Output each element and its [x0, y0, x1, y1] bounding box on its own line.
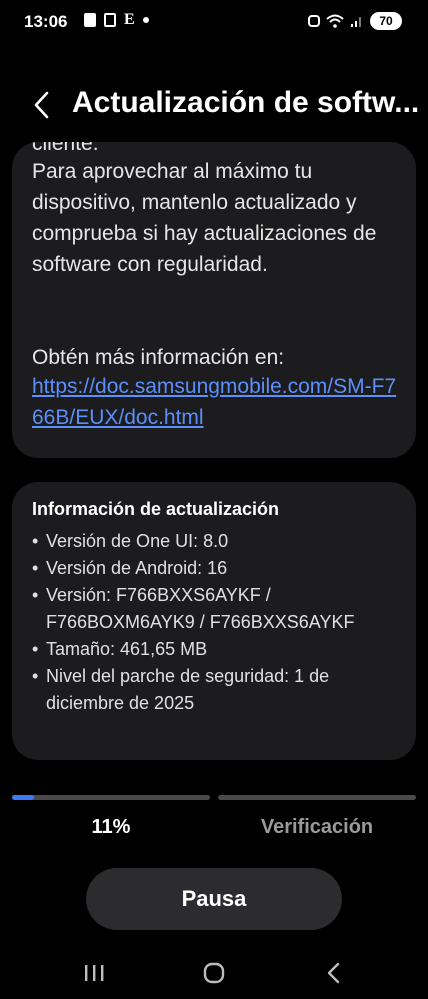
- navigation-bar: [0, 948, 428, 998]
- progress-fill: [12, 795, 34, 800]
- progress-track-download: [12, 795, 210, 800]
- status-bar: 13:06 E 70: [0, 0, 428, 44]
- home-icon[interactable]: [194, 960, 234, 986]
- back-nav-icon[interactable]: [314, 960, 354, 986]
- screenshot-icon: [104, 13, 116, 27]
- description-text: Para aprovechar al máximo tu dispositivo…: [32, 160, 377, 276]
- back-button[interactable]: [28, 88, 56, 122]
- signal-icon: [351, 17, 361, 27]
- update-info-item-security-patch: Nivel del parche de seguridad: 1 de dici…: [32, 663, 396, 717]
- status-time: 13:06: [24, 12, 68, 31]
- recent-apps-icon[interactable]: [74, 960, 114, 986]
- alarm-icon: [308, 15, 320, 27]
- update-info-title: Información de actualización: [32, 499, 280, 519]
- description-card: cliente. Para aprovechar al máximo tu di…: [12, 142, 416, 458]
- more-info-label: Obtén más información en:: [32, 346, 285, 369]
- e-icon: E: [124, 11, 135, 28]
- page-title: Actualización de softw...: [72, 86, 420, 119]
- more-info-link[interactable]: https://doc.samsungmobile.com/SM-F766B/E…: [32, 371, 402, 433]
- chevron-left-icon: [34, 91, 49, 119]
- download-progress: [12, 795, 416, 801]
- update-info-item-version: Versión: F766BXXS6AYKF / F766BOXM6AYK9 /…: [32, 582, 396, 636]
- status-left-icons: E: [84, 11, 149, 28]
- wifi-icon: [326, 14, 344, 28]
- battery-icon: 70: [370, 12, 402, 30]
- notification-dot-icon: [142, 17, 149, 23]
- update-info-item-size: Tamaño: 461,65 MB: [32, 636, 396, 663]
- update-info-item-oneui: Versión de One UI: 8.0: [32, 528, 396, 555]
- progress-track-verification: [218, 795, 416, 800]
- nfc-icon: [84, 13, 96, 27]
- progress-percent: 11%: [91, 816, 131, 838]
- update-info-item-android: Versión de Android: 16: [32, 555, 396, 582]
- status-right-icons: 70: [308, 12, 402, 30]
- progress-stage: Verificación: [260, 816, 374, 838]
- pause-button[interactable]: Pausa: [86, 868, 342, 930]
- app-header: Actualización de softw...: [0, 76, 428, 136]
- update-info-card: Información de actualización Versión de …: [12, 482, 416, 760]
- update-info-list: Versión de One UI: 8.0 Versión de Androi…: [32, 528, 396, 717]
